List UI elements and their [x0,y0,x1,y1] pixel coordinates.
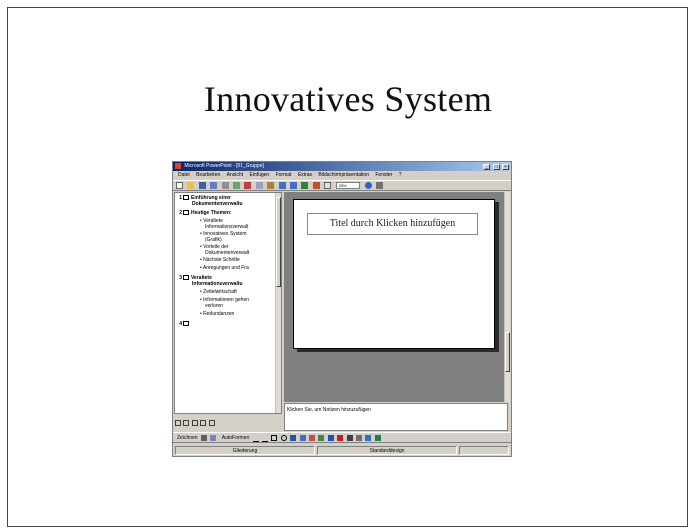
powerpoint-icon [175,163,181,169]
title-placeholder[interactable]: Titel durch Klicken hinzufügen [307,213,478,235]
arrow-icon[interactable] [262,435,269,442]
line-style-icon[interactable] [346,435,353,441]
menu-item-datei[interactable]: Datei [178,172,190,178]
slide-thumbnail-icon [183,210,189,216]
cut-icon[interactable] [244,182,252,189]
powerpoint-screenshot: Microsoft PowerPoint - [01_Gruppe] _ □ ×… [172,161,512,457]
email-icon[interactable] [210,182,218,189]
menu-bar: Datei Bearbeiten Ansicht Einfügen Format… [173,171,511,180]
oval-icon[interactable] [280,435,287,441]
wordart-icon[interactable] [299,435,306,441]
menu-item-format[interactable]: Format [276,172,292,178]
status-bar: Gliederung Standarddesign [173,445,511,456]
menu-item-ansicht[interactable]: Ansicht [227,172,243,178]
slide-thumbnail-icon [183,195,189,201]
menu-item-extras[interactable]: Extras [298,172,312,178]
outline-pane[interactable]: 1 Einführung einer Dokumentenverwaltu 2 He… [174,192,282,414]
autoshapes-button[interactable]: AutoFormen [222,435,250,441]
standard-toolbar: 33% [173,180,511,191]
view-buttons [174,415,282,431]
app-titlebar: Microsoft PowerPoint - [01_Gruppe] _ □ × [173,162,511,171]
slideshow-icon[interactable] [208,420,215,426]
outline-bullet: • Anregungen und Fra [200,265,249,271]
open-folder-icon[interactable] [187,182,195,189]
outline-scrollbar[interactable] [275,193,281,413]
fill-color-icon[interactable] [318,435,325,441]
undo-icon[interactable] [278,182,286,189]
outline-bullet-cont: Informationsverwalt [205,224,249,230]
menu-item-bildschirmpraesentation[interactable]: Bildschirmpräsentation [318,172,369,178]
line-color-icon[interactable] [327,435,334,441]
outline-slide-2[interactable]: 2 Heutige Themen: [177,210,231,216]
slide-pane: Titel durch Klicken hinzufügen [284,192,504,402]
outline-scroll-thumb[interactable] [276,197,281,287]
spellcheck-icon[interactable] [232,182,240,189]
slide-scrollbar[interactable] [504,192,510,402]
status-spellcheck-icon [459,446,509,455]
help-icon[interactable] [364,182,372,189]
menu-item-fenster[interactable]: Fenster [375,172,392,178]
clipart-icon[interactable] [309,435,315,441]
slide-view-icon[interactable] [191,420,198,426]
menu-item-help[interactable]: ? [399,172,402,178]
font-color-icon[interactable] [337,435,344,441]
outline-bullet: • Redundanzen [200,311,235,317]
redo-icon[interactable] [289,182,297,189]
outline-bullet: • Zettelwirtschaft [200,289,237,295]
maximize-icon[interactable]: □ [492,164,500,170]
slide-thumbnail-icon [183,275,189,281]
font-size-icon[interactable] [376,182,384,189]
outline-bullet-cont: (Grafik) [205,237,222,243]
copy-icon[interactable] [255,182,263,189]
normal-view-icon[interactable] [175,420,181,426]
outline-bullet-cont: Dokumentenverwalt [205,250,250,256]
slide-thumbnail-icon [183,321,189,327]
slide-sorter-icon[interactable] [200,420,207,426]
outline-slide-3-cont: Informationsverwaltu [192,281,243,287]
new-slide-icon[interactable] [324,182,332,189]
shadow-icon[interactable] [365,435,372,441]
print-icon[interactable] [221,182,229,189]
new-file-icon[interactable] [176,182,183,189]
minimize-icon[interactable]: _ [483,164,491,170]
outline-bullet: • Nächste Schritte [200,257,240,263]
outline-bullet-cont: verloren [205,303,224,309]
select-pointer-icon[interactable] [200,435,207,441]
paste-icon[interactable] [267,182,275,189]
drawing-toolbar: Zeichnen AutoFormen [173,432,511,443]
status-design: Gliederung [175,446,315,455]
rectangle-icon[interactable] [271,435,278,441]
status-template: Standarddesign [317,446,457,455]
rotate-icon[interactable] [210,435,217,441]
outline-slide-1-cont: Dokumentenverwaltu [192,201,243,207]
draw-menu-button[interactable]: Zeichnen [177,435,198,441]
3d-icon[interactable] [374,435,381,441]
zoom-select[interactable]: 33% [336,182,361,189]
notes-pane[interactable]: Klicken Sie, um Notizen hinzuzufügen [284,403,508,431]
window-title: Microsoft PowerPoint - [01_Gruppe] [184,163,264,169]
textbox-icon[interactable] [290,435,297,441]
close-icon[interactable]: × [502,164,509,170]
slide-title: Innovatives System [203,79,493,119]
line-icon[interactable] [252,435,259,442]
outline-slide-4[interactable]: 4 [177,321,191,327]
menu-item-einfuegen[interactable]: Einfügen [249,172,269,178]
dash-style-icon[interactable] [355,435,362,441]
outline-view-icon[interactable] [183,420,190,426]
slide-scroll-thumb[interactable] [505,332,510,372]
chart-icon[interactable] [301,182,309,189]
save-icon[interactable] [198,182,206,189]
slide-canvas[interactable]: Titel durch Klicken hinzufügen [293,199,495,349]
menu-item-bearbeiten[interactable]: Bearbeiten [196,172,220,178]
table-icon[interactable] [312,182,320,189]
